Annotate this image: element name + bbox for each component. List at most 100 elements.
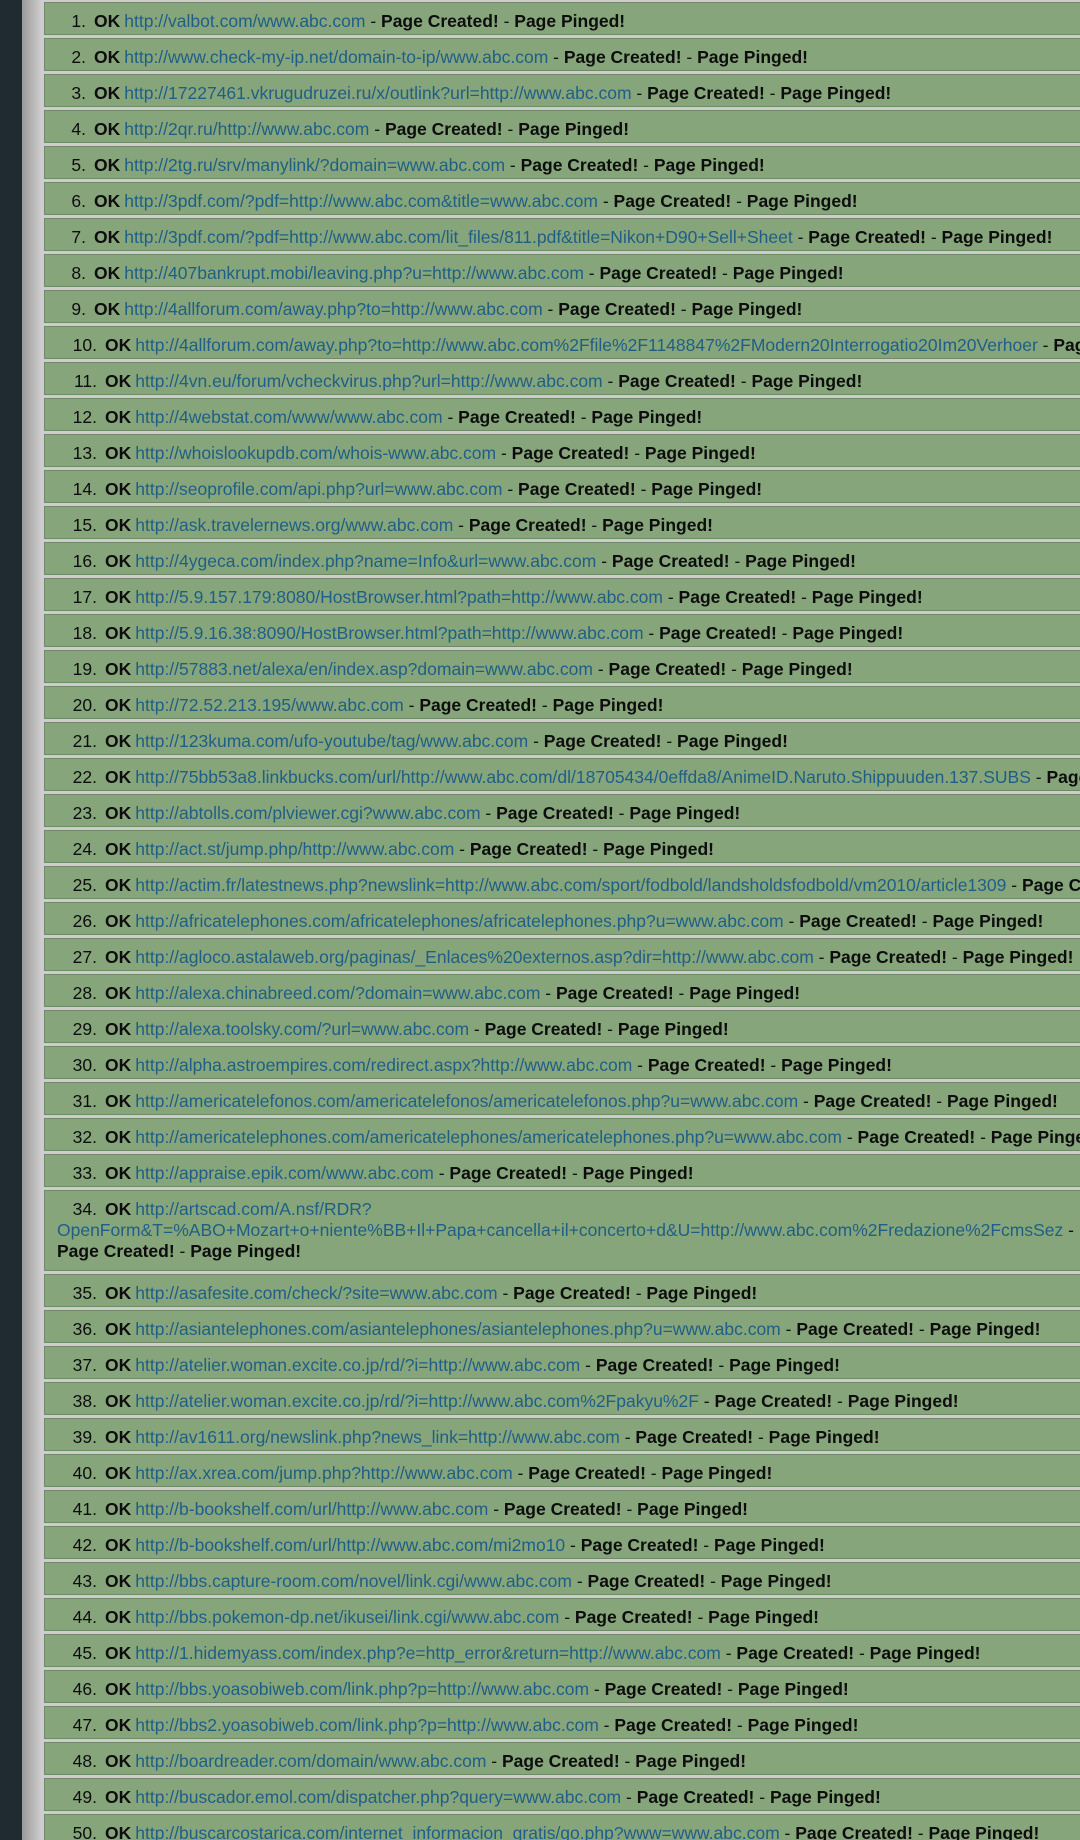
result-link[interactable]: http://agloco.astalaweb.org/paginas/_Enl… <box>135 947 814 967</box>
separator: - <box>713 1355 730 1375</box>
result-link[interactable]: http://bbs.pokemon-dp.net/ikusei/link.cg… <box>135 1607 559 1627</box>
result-link[interactable]: http://bbs.yoasobiweb.com/link.php?p=htt… <box>135 1679 589 1699</box>
result-link[interactable]: http://1.hidemyass.com/index.php?e=http_… <box>135 1643 721 1663</box>
page-pinged-label: Page Pinged! <box>689 983 801 1003</box>
separator: - <box>780 1319 797 1339</box>
result-link[interactable]: http://boardreader.com/domain/www.abc.co… <box>135 1751 486 1771</box>
result-link[interactable]: http://4webstat.com/www/www.abc.com <box>135 407 442 427</box>
page-created-label: Page Created! <box>57 1241 175 1261</box>
result-link[interactable]: http://alpha.astroempires.com/redirect.a… <box>135 1055 632 1075</box>
result-link[interactable]: http://africatelephones.com/africateleph… <box>135 911 783 931</box>
page-created-label: Page Created! <box>595 1355 714 1375</box>
row-number: 25. <box>72 875 97 895</box>
status-ok: OK <box>105 1787 132 1807</box>
result-link[interactable]: http://atelier.woman.excite.co.jp/rd/?i=… <box>135 1355 580 1375</box>
result-link[interactable]: http://5.9.16.38:8090/HostBrowser.html?p… <box>135 623 643 643</box>
status-ok: OK <box>105 335 132 355</box>
result-row: 25. OK http://actim.fr/latestnews.php?news… <box>44 866 1080 899</box>
page-pinged-label: Page Pinged! <box>780 83 892 103</box>
separator: - <box>798 1091 814 1111</box>
result-row: 7. OK http://3pdf.com/?pdf=http://www.abc.… <box>44 218 1080 251</box>
result-row: 27. OK http://agloco.astalaweb.org/paginas… <box>44 938 1080 971</box>
separator: - <box>1063 1220 1074 1240</box>
result-link[interactable]: http://4vn.eu/forum/vcheckvirus.php?url=… <box>135 371 602 391</box>
separator: - <box>635 479 652 499</box>
status-ok: OK <box>94 263 121 283</box>
page-created-label: Page Created! <box>813 1091 932 1111</box>
result-link[interactable]: http://buscador.emol.com/dispatcher.php?… <box>135 1787 621 1807</box>
result-link[interactable]: http://123kuma.com/ufo-youtube/tag/www.a… <box>135 731 528 751</box>
result-link[interactable]: http://4allforum.com/away.php?to=http://… <box>124 299 542 319</box>
result-row: 43. OK http://bbs.capture-room.com/novel/l… <box>44 1562 1080 1595</box>
result-link[interactable]: http://act.st/jump.php/http://www.abc.co… <box>135 839 454 859</box>
result-link[interactable]: http://ask.travelernews.org/www.abc.com <box>135 515 453 535</box>
separator: - <box>433 1163 450 1183</box>
row-number: 18. <box>72 623 97 643</box>
result-link[interactable]: http://asafesite.com/check/?site=www.abc… <box>135 1283 497 1303</box>
result-link[interactable]: http://5.9.157.179:8080/HostBrowser.html… <box>135 587 663 607</box>
separator: - <box>629 443 645 463</box>
separator: - <box>505 155 521 175</box>
page-pinged-label: Page Pinged! <box>514 11 626 31</box>
result-link[interactable]: http://3pdf.com/?pdf=http://www.abc.com/… <box>124 227 792 247</box>
result-link[interactable]: http://seoprofile.com/api.php?url=www.ab… <box>135 479 502 499</box>
separator: - <box>502 119 519 139</box>
result-link[interactable]: http://3pdf.com/?pdf=http://www.abc.com&… <box>124 191 598 211</box>
result-link[interactable]: http://72.52.213.195/www.abc.com <box>135 695 404 715</box>
result-link[interactable]: http://b-bookshelf.com/url/http://www.ab… <box>135 1499 488 1519</box>
separator: - <box>498 11 515 31</box>
separator: - <box>480 803 497 823</box>
result-row: 8. OK http://407bankrupt.mobi/leaving.php?… <box>44 254 1080 287</box>
result-link[interactable]: http://www.check-my-ip.net/domain-to-ip/… <box>124 47 548 67</box>
status-ok: OK <box>94 83 121 103</box>
result-link[interactable]: http://actim.fr/latestnews.php?newslink=… <box>135 875 1006 895</box>
result-link[interactable]: http://whoislookupdb.com/whois-www.abc.c… <box>135 443 496 463</box>
separator: - <box>598 1715 615 1735</box>
result-link[interactable]: http://asiantelephones.com/asiantelephon… <box>135 1319 781 1339</box>
result-link[interactable]: http://americatelefonos.com/americatelef… <box>135 1091 798 1111</box>
result-link[interactable]: http://75bb53a8.linkbucks.com/url/http:/… <box>135 767 1031 787</box>
result-link[interactable]: http://artscad.com/A.nsf/RDR?OpenForm&T=… <box>57 1199 1063 1240</box>
status-ok: OK <box>94 299 121 319</box>
result-link[interactable]: http://appraise.epik.com/www.abc.com <box>135 1163 434 1183</box>
separator: - <box>613 803 630 823</box>
result-link[interactable]: http://57883.net/alexa/en/index.asp?doma… <box>135 659 593 679</box>
row-number: 43. <box>72 1571 97 1591</box>
result-link[interactable]: http://bbs.capture-room.com/novel/link.c… <box>135 1571 572 1591</box>
result-link[interactable]: http://ax.xrea.com/jump.php?http://www.a… <box>135 1463 512 1483</box>
separator: - <box>454 839 470 859</box>
result-link[interactable]: http://bbs2.yoasobiweb.com/link.php?p=ht… <box>135 1715 599 1735</box>
separator: - <box>729 551 746 571</box>
result-link[interactable]: http://407bankrupt.mobi/leaving.php?u=ht… <box>124 263 584 283</box>
page-created-label: Page Created! <box>604 1679 723 1699</box>
result-link[interactable]: http://17227461.vkrugudruzei.ru/x/outlin… <box>124 83 631 103</box>
result-row: 1. OK http://valbot.com/www.abc.com - Page… <box>44 2 1080 35</box>
page-created-label: Page Created! <box>449 1163 568 1183</box>
status-ok: OK <box>105 1535 132 1555</box>
result-link[interactable]: http://4allforum.com/away.php?to=http://… <box>135 335 1038 355</box>
row-number: 7. <box>71 227 86 247</box>
result-row: 41. OK http://b-bookshelf.com/url/http://w… <box>44 1490 1080 1523</box>
result-link[interactable]: http://alexa.toolsky.com/?url=www.abc.co… <box>135 1019 469 1039</box>
separator: - <box>602 1019 618 1039</box>
page-edge <box>22 0 42 1840</box>
row-number: 50. <box>72 1823 97 1840</box>
result-link[interactable]: http://buscarcostarica.com/internet_info… <box>135 1823 779 1840</box>
result-link[interactable]: http://2qr.ru/http://www.abc.com <box>124 119 369 139</box>
result-link[interactable]: http://b-bookshelf.com/url/http://www.ab… <box>135 1535 565 1555</box>
status-ok: OK <box>105 551 132 571</box>
result-link[interactable]: http://americatelephones.com/americatele… <box>135 1127 842 1147</box>
result-link[interactable]: http://2tg.ru/srv/manylink/?domain=www.a… <box>124 155 505 175</box>
result-link[interactable]: http://valbot.com/www.abc.com <box>124 11 365 31</box>
result-link[interactable]: http://av1611.org/newslink.php?news_link… <box>135 1427 620 1447</box>
page-created-label: Page Created! <box>419 695 537 715</box>
result-link[interactable]: http://abtolls.com/plviewer.cgi?www.abc.… <box>135 803 480 823</box>
result-row: 9. OK http://4allforum.com/away.php?to=htt… <box>44 290 1080 323</box>
separator: - <box>1006 875 1022 895</box>
result-link[interactable]: http://4ygeca.com/index.php?name=Info&ur… <box>135 551 596 571</box>
result-row: 42. OK http://b-bookshelf.com/url/http://w… <box>44 1526 1080 1559</box>
result-link[interactable]: http://atelier.woman.excite.co.jp/rd/?i=… <box>135 1391 699 1411</box>
row-number: 39. <box>72 1427 97 1447</box>
result-link[interactable]: http://alexa.chinabreed.com/?domain=www.… <box>135 983 540 1003</box>
row-number: 36. <box>72 1319 97 1339</box>
